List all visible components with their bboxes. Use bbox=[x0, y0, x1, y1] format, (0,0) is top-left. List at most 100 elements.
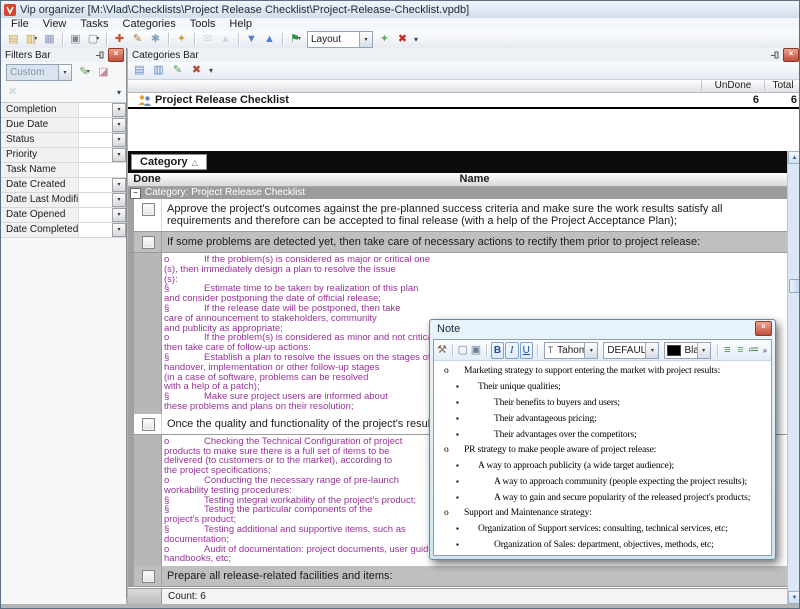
numbered-list-icon[interactable]: ≡ bbox=[721, 343, 733, 358]
toolbar-options-icon[interactable]: ▾ bbox=[412, 35, 420, 44]
vertical-scrollbar[interactable]: ▲ ▼ bbox=[787, 151, 800, 604]
task-checkbox[interactable] bbox=[142, 570, 155, 583]
note-window[interactable]: Note × ⚒▢▣BIUTTahoma▾DEFAULT_CH▾Black▾≡≡… bbox=[429, 319, 776, 560]
filter-row[interactable]: Due Date▾ bbox=[1, 118, 126, 133]
customize-icon[interactable]: ✦ bbox=[376, 32, 393, 47]
eraser-icon[interactable]: ◪ bbox=[95, 65, 112, 80]
filter-preset-combo[interactable]: Custom▾ bbox=[6, 64, 72, 81]
dropdown-arrow-icon[interactable]: ▾ bbox=[87, 65, 90, 80]
combo-dropdown-icon[interactable]: ▾ bbox=[359, 32, 372, 47]
filters-options-icon[interactable]: ▾ bbox=[115, 88, 123, 97]
menu-help[interactable]: Help bbox=[223, 18, 258, 31]
key-icon[interactable]: ✦ bbox=[173, 32, 190, 47]
filter-row[interactable]: Priority▾ bbox=[1, 148, 126, 163]
combo-dropdown-icon[interactable]: ▾ bbox=[645, 343, 658, 358]
column-total[interactable]: Total bbox=[764, 80, 800, 91]
layout-flag-icon[interactable]: ⚑▾ bbox=[287, 32, 304, 47]
combo-dropdown-icon[interactable]: ▾ bbox=[697, 343, 710, 358]
filter-dropdown-icon[interactable]: ▾ bbox=[112, 193, 126, 207]
group-by-category-button[interactable]: Category △ bbox=[131, 154, 207, 170]
menu-tasks[interactable]: Tasks bbox=[74, 18, 114, 31]
filter-value[interactable] bbox=[79, 208, 112, 222]
delete-category-icon[interactable]: ✖ bbox=[188, 63, 205, 78]
close-categories-icon[interactable]: × bbox=[783, 48, 799, 62]
pin-icon[interactable] bbox=[96, 51, 105, 60]
collapse-all-icon[interactable]: ▲ bbox=[261, 32, 278, 47]
filter-dropdown-icon[interactable]: ▾ bbox=[112, 103, 126, 117]
expand-all-icon[interactable]: ▼ bbox=[243, 32, 260, 47]
italic-button[interactable]: I bbox=[505, 342, 518, 359]
scroll-down-icon[interactable]: ▼ bbox=[788, 591, 800, 604]
filter-row[interactable]: Task Name bbox=[1, 163, 126, 178]
combo-dropdown-icon[interactable]: ▾ bbox=[584, 343, 597, 358]
font-combo[interactable]: TTahoma▾ bbox=[544, 342, 599, 359]
layout-combo[interactable]: Layout▾ bbox=[307, 31, 373, 48]
menu-view[interactable]: View bbox=[37, 18, 73, 31]
save-icon[interactable]: ▦ bbox=[41, 32, 58, 47]
filter-dropdown-icon[interactable]: ▾ bbox=[112, 223, 126, 237]
task-checkbox[interactable] bbox=[142, 203, 155, 216]
scroll-up-icon[interactable]: ▲ bbox=[788, 151, 800, 164]
filter-row[interactable]: Date Last Modifi▾ bbox=[1, 193, 126, 208]
collapse-group-icon[interactable]: − bbox=[130, 188, 141, 199]
print-note-icon[interactable]: ▣ bbox=[470, 343, 482, 358]
new-item-icon[interactable]: ▥▾ bbox=[23, 32, 40, 47]
task-row[interactable]: Prepare all release-related facilities a… bbox=[128, 566, 787, 587]
attach-icon[interactable]: ✱ bbox=[147, 32, 164, 47]
color-combo[interactable]: Black▾ bbox=[664, 342, 710, 359]
column-name[interactable]: Name bbox=[162, 173, 787, 186]
task-checkbox[interactable] bbox=[142, 418, 155, 431]
filter-value[interactable] bbox=[79, 118, 112, 132]
close-filters-icon[interactable]: × bbox=[108, 48, 124, 62]
task-row[interactable]: Approve the project's outcomes against t… bbox=[128, 199, 787, 232]
filter-row[interactable]: Status▾ bbox=[1, 133, 126, 148]
filter-value[interactable] bbox=[79, 223, 112, 237]
group-row[interactable]: − Category: Project Release Checklist bbox=[128, 187, 787, 199]
filter-row[interactable]: Date Created▾ bbox=[1, 178, 126, 193]
scrollbar-thumb[interactable] bbox=[789, 279, 800, 293]
new-category-icon[interactable]: ▤ bbox=[131, 63, 148, 78]
export-icon[interactable]: ▢ bbox=[457, 343, 469, 358]
close-note-icon[interactable]: × bbox=[755, 321, 772, 336]
print-preview-icon[interactable]: ▢▾ bbox=[85, 32, 102, 47]
note-title-bar[interactable]: Note × bbox=[430, 320, 775, 337]
bullet-list-icon[interactable]: ≔ bbox=[748, 343, 760, 358]
column-done[interactable]: Done bbox=[132, 173, 162, 186]
categories-options-icon[interactable]: ▾ bbox=[207, 66, 215, 75]
filter-value[interactable] bbox=[79, 193, 112, 207]
column-undone[interactable]: UnDone bbox=[701, 80, 764, 91]
filter-row[interactable]: Date Opened▾ bbox=[1, 208, 126, 223]
dropdown-arrow-icon[interactable]: ▾ bbox=[34, 32, 37, 47]
task-row[interactable]: If some problems are detected yet, then … bbox=[128, 232, 787, 253]
menu-tools[interactable]: Tools bbox=[184, 18, 222, 31]
category-row[interactable]: Project Release Checklist 6 6 bbox=[128, 93, 800, 109]
style-combo[interactable]: DEFAULT_CH▾ bbox=[603, 342, 659, 359]
dropdown-arrow-icon[interactable]: ▾ bbox=[298, 32, 301, 47]
note-editor[interactable]: oMarketing strategy to support entering … bbox=[434, 361, 771, 555]
filter-value[interactable] bbox=[79, 133, 112, 147]
edit-task-icon[interactable]: ✎ bbox=[129, 32, 146, 47]
add-task-icon[interactable]: ✚ bbox=[111, 32, 128, 47]
filter-row[interactable]: Completion▾ bbox=[1, 103, 126, 118]
combo-dropdown-icon[interactable]: ▾ bbox=[58, 65, 71, 80]
filter-dropdown-icon[interactable]: ▾ bbox=[112, 178, 126, 192]
wrench-icon[interactable]: ⚒ bbox=[436, 343, 448, 358]
filter-value[interactable] bbox=[79, 178, 112, 192]
indent-icon[interactable]: ≡ bbox=[734, 343, 746, 358]
delete-icon[interactable]: ✖ bbox=[394, 32, 411, 47]
new-note-icon[interactable]: ▤ bbox=[5, 32, 22, 47]
menu-categories[interactable]: Categories bbox=[117, 18, 182, 31]
menu-file[interactable]: File bbox=[5, 18, 35, 31]
filter-value[interactable] bbox=[79, 163, 126, 177]
filter-dropdown-icon[interactable]: ▾ bbox=[112, 133, 126, 147]
pin-icon[interactable] bbox=[771, 51, 780, 60]
filter-dropdown-icon[interactable]: ▾ bbox=[112, 208, 126, 222]
underline-button[interactable]: U bbox=[520, 342, 533, 359]
filter-value[interactable] bbox=[79, 103, 112, 117]
task-checkbox[interactable] bbox=[142, 236, 155, 249]
print-icon[interactable]: ▣ bbox=[67, 32, 84, 47]
title-bar[interactable]: Vip organizer [M:\Vlad\Checklists\Projec… bbox=[1, 1, 799, 19]
dropdown-arrow-icon[interactable]: ▾ bbox=[96, 32, 99, 47]
edit-category-icon[interactable]: ✎ bbox=[169, 63, 186, 78]
filter-dropdown-icon[interactable]: ▾ bbox=[112, 118, 126, 132]
